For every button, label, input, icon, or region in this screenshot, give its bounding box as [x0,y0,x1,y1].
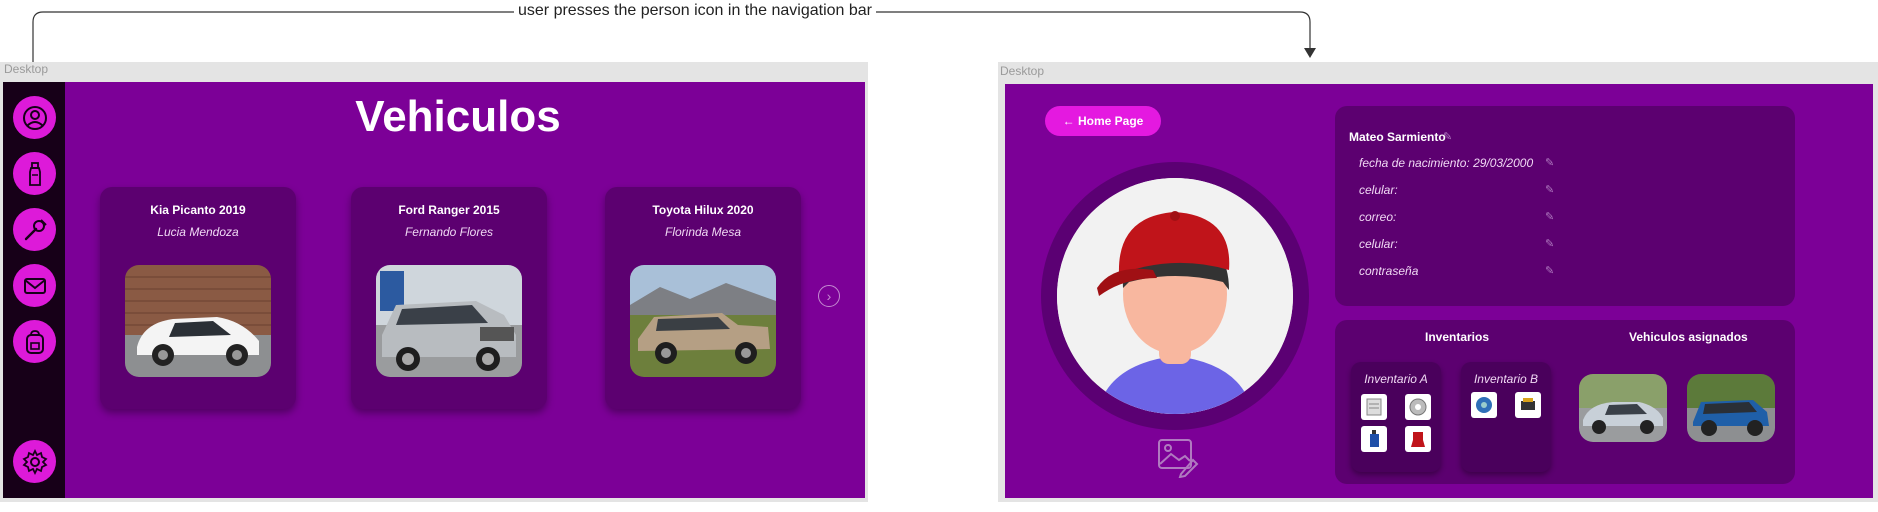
seat-cover-icon [1411,432,1425,447]
inventory-item[interactable] [1471,392,1497,418]
person-icon [22,105,47,130]
gear-icon [21,448,48,475]
vehicle-owner: Lucia Mendoza [157,225,239,239]
flow-annotation: user presses the person icon in the navi… [0,0,1878,70]
nav-wrench-button[interactable] [13,208,56,251]
document-icon [1366,398,1382,416]
vehicle-card[interactable]: Kia Picanto 2019 Lucia Mendoza [100,187,296,409]
home-page-button[interactable]: ← Home Page [1045,106,1161,136]
assigned-vehicles-title: Vehiculos asignados [1629,330,1748,344]
vehicle-name: Kia Picanto 2019 [150,203,246,217]
edit-pencil-icon[interactable]: ✎ [1545,156,1554,169]
info-field-phone: celular: [1359,183,1398,197]
page-title: Vehiculos [355,92,561,141]
wrench-icon [24,218,47,240]
info-field-birthdate: fecha de nacimiento: 29/03/2000 [1359,156,1534,170]
chevron-right-icon: › [826,288,832,304]
info-field-password: contraseña [1359,264,1419,278]
flow-arrow [32,11,1316,70]
backpack-icon [25,329,44,354]
profile-info-panel: Mateo Sarmiento ✎ fecha de nacimiento: 2… [1335,106,1795,306]
vehicles-screen: Vehiculos Kia Picanto 2019 Lucia Mendoza… [3,82,865,498]
assigned-vehicle-photo[interactable] [1687,374,1775,442]
annotation-label: user presses the person icon in the navi… [514,2,876,20]
inventory-card[interactable]: Inventario A [1351,362,1441,472]
disc-icon [1409,398,1427,416]
edit-pencil-icon[interactable]: ✎ [1545,210,1554,223]
vehicle-name: Toyota Hilux 2020 [652,203,754,217]
oil-bottle-icon [1370,430,1379,447]
vehicle-owner: Fernando Flores [404,225,494,239]
assigned-vehicle-photo[interactable] [1579,374,1667,442]
vehicle-card[interactable]: Ford Ranger 2015 Fernando Flores [351,187,547,409]
frame-label-left: Desktop [4,62,49,76]
edit-name-pencil-icon[interactable]: ✎ [1443,130,1452,143]
nav-mail-button[interactable] [13,264,56,307]
edit-pencil-icon[interactable]: ✎ [1545,183,1554,196]
info-field-email: correo: [1359,210,1397,224]
inventory-title: Inventario B [1473,372,1539,386]
nav-settings-button[interactable] [13,440,56,483]
edit-pencil-icon[interactable]: ✎ [1545,237,1554,250]
inventory-item[interactable] [1405,426,1431,452]
inventory-title: Inventario A [1364,372,1428,386]
inventory-item[interactable] [1515,392,1541,418]
nav-bottle-button[interactable] [13,152,56,195]
vehicle-owner: Florinda Mesa [664,225,742,239]
tool-icon [1521,398,1535,410]
inventory-item[interactable] [1405,394,1431,420]
bottle-icon [28,161,41,186]
vehicle-photo [630,265,776,377]
vehicle-photo [376,265,522,377]
mail-icon [23,277,46,294]
frame-label-right: Desktop [1000,64,1045,78]
inventory-item[interactable] [1361,394,1387,420]
image-edit-icon[interactable] [1157,438,1199,479]
inventory-item[interactable] [1361,426,1387,452]
vehicle-card[interactable]: Toyota Hilux 2020 Florinda Mesa [605,187,801,409]
navigation-bar [3,82,65,498]
info-field-phone-2: celular: [1359,237,1398,251]
nav-person-button[interactable] [13,96,56,139]
inventory-card[interactable]: Inventario B [1461,362,1551,472]
nav-backpack-button[interactable] [13,320,56,363]
vehicle-photo [125,265,271,377]
avatar [1057,178,1293,414]
inventories-panel: Inventarios Vehiculos asignados Inventar… [1335,320,1795,484]
inventories-title: Inventarios [1425,330,1490,344]
profile-screen: ← Home Page Mateo Sarmiento ✎ fecha de n… [1005,84,1873,498]
profile-name: Mateo Sarmiento [1349,130,1446,144]
next-vehicles-button[interactable]: › [818,285,840,307]
edit-pencil-icon[interactable]: ✎ [1545,264,1554,277]
vehicle-name: Ford Ranger 2015 [398,203,500,217]
engine-part-icon [1476,397,1492,413]
